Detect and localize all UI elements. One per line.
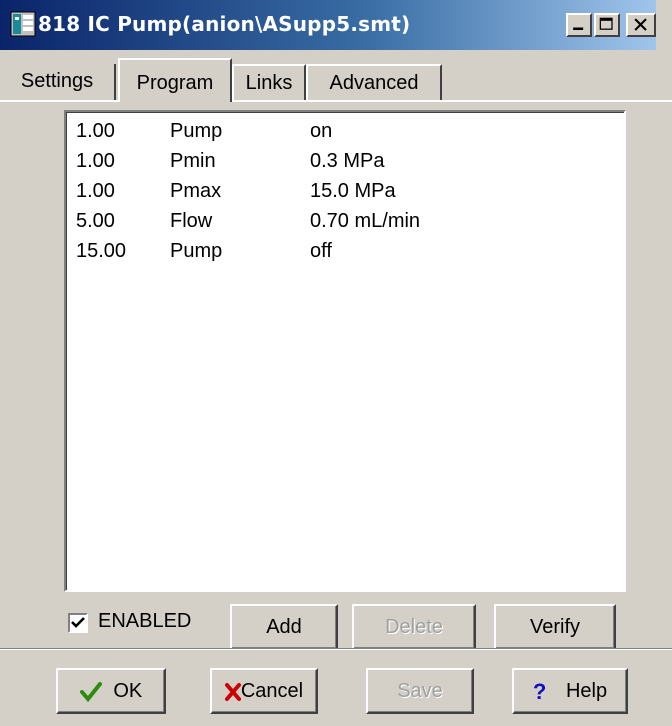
enabled-checkbox[interactable] [68, 613, 88, 633]
list-item[interactable]: 1.00 Pmax 15.0 MPa [74, 180, 614, 208]
question-icon: ? [532, 678, 547, 704]
step-value: 0.3 MPa [310, 150, 385, 172]
list-item[interactable]: 1.00 Pmin 0.3 MPa [74, 150, 614, 178]
verify-button[interactable]: Verify [494, 604, 616, 650]
ok-button[interactable]: OK [56, 668, 166, 714]
step-value: 15.0 MPa [310, 180, 396, 202]
maximize-icon [599, 17, 613, 30]
step-command: Pmin [170, 150, 216, 172]
cancel-label: Cancel [240, 680, 304, 702]
help-button[interactable]: ? Help [512, 668, 628, 714]
window-edge [656, 0, 672, 50]
cross-icon [224, 682, 241, 701]
checkmark-icon [71, 617, 85, 628]
help-label: Help [565, 680, 608, 702]
step-command: Pump [170, 240, 223, 262]
step-time: 5.00 [76, 210, 115, 232]
tab-label: Advanced [329, 72, 419, 94]
save-button[interactable]: Save [366, 668, 474, 714]
step-command: Pump [170, 120, 223, 142]
close-button[interactable] [626, 13, 656, 37]
tab-links[interactable]: Links [232, 64, 306, 100]
step-command: Pmax [170, 180, 222, 202]
add-button[interactable]: Add [230, 604, 338, 650]
tab-label: Links [245, 72, 293, 94]
list-item[interactable]: 1.00 Pump on [74, 120, 614, 148]
delete-button[interactable]: Delete [352, 604, 476, 650]
title-bar[interactable]: 818 IC Pump(anion\ASupp5.smt) [0, 0, 672, 50]
ok-label: OK [113, 680, 143, 702]
tab-label: Program [136, 72, 214, 94]
step-value: off [310, 240, 332, 262]
separator [0, 648, 672, 650]
step-time: 1.00 [76, 180, 115, 202]
window-title: 818 IC Pump(anion\ASupp5.smt) [38, 12, 411, 36]
maximize-button[interactable] [594, 13, 620, 37]
cancel-button[interactable]: Cancel [210, 668, 318, 714]
tab-label: Settings [20, 70, 94, 92]
step-command: Flow [170, 210, 213, 232]
delete-label: Delete [385, 616, 443, 638]
save-label: Save [397, 680, 443, 702]
list-item[interactable]: 5.00 Flow 0.70 mL/min [74, 210, 614, 238]
step-time: 15.00 [76, 240, 127, 262]
step-value: 0.70 mL/min [310, 210, 421, 232]
close-icon [634, 18, 647, 31]
tab-settings[interactable]: Settings [0, 64, 116, 100]
list-item[interactable]: 15.00 Pump off [74, 240, 614, 268]
app-icon[interactable] [10, 10, 38, 38]
add-label: Add [266, 616, 302, 638]
step-time: 1.00 [76, 150, 115, 172]
minimize-icon [573, 27, 584, 30]
tab-program[interactable]: Program [118, 58, 232, 102]
tab-panel-border [0, 100, 672, 102]
minimize-button[interactable] [566, 13, 592, 37]
tab-advanced[interactable]: Advanced [306, 64, 442, 100]
enabled-label: ENABLED [98, 610, 192, 632]
step-value: on [310, 120, 333, 142]
program-list[interactable]: 1.00 Pump on 1.00 Pmin 0.3 MPa 1.00 Pmax… [64, 110, 626, 592]
verify-label: Verify [529, 616, 581, 638]
checkmark-icon [79, 681, 102, 702]
step-time: 1.00 [76, 120, 115, 142]
